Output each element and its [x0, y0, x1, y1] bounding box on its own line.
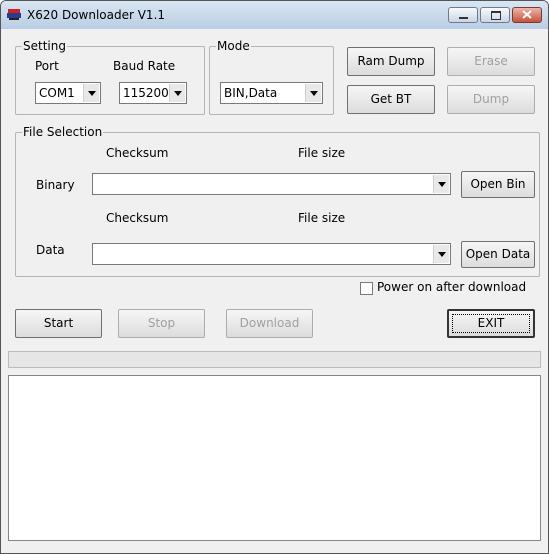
- chevron-down-icon[interactable]: [305, 84, 321, 102]
- setting-legend: Setting: [23, 39, 66, 53]
- close-button[interactable]: [512, 7, 542, 23]
- chevron-down-icon[interactable]: [83, 84, 99, 102]
- chevron-down-icon[interactable]: [433, 245, 449, 263]
- mode-select[interactable]: BIN,Data: [220, 82, 323, 104]
- binary-filesize-label: File size: [298, 146, 346, 160]
- ram-dump-button[interactable]: Ram Dump: [347, 47, 435, 76]
- progress-bar: [8, 351, 541, 368]
- power-on-label[interactable]: Power on after download: [377, 280, 526, 294]
- port-select[interactable]: COM1: [35, 82, 101, 104]
- minimize-icon: [459, 17, 468, 19]
- title-bar[interactable]: X620 Downloader V1.1: [1, 1, 548, 29]
- minimize-button[interactable]: [448, 7, 478, 23]
- binary-checksum-label: Checksum: [106, 146, 169, 160]
- chevron-down-icon[interactable]: [169, 84, 185, 102]
- data-file-combo[interactable]: [92, 243, 451, 265]
- baud-rate-select[interactable]: 115200: [119, 82, 187, 104]
- focus-rectangle: [452, 314, 530, 333]
- power-on-checkbox[interactable]: [360, 282, 373, 295]
- port-label: Port: [35, 59, 59, 73]
- file-selection-legend: File Selection: [23, 125, 103, 139]
- chevron-down-icon[interactable]: [433, 175, 449, 193]
- baud-rate-label: Baud Rate: [113, 59, 176, 73]
- start-button[interactable]: Start: [15, 309, 102, 338]
- log-output-area[interactable]: [8, 375, 541, 541]
- erase-button[interactable]: Erase: [447, 47, 535, 76]
- data-filesize-label: File size: [298, 211, 346, 225]
- data-label: Data: [36, 243, 65, 257]
- data-checksum-label: Checksum: [106, 211, 169, 225]
- close-icon: [522, 10, 532, 19]
- dump-button[interactable]: Dump: [447, 85, 535, 114]
- binary-label: Binary: [36, 178, 75, 192]
- port-select-value: COM1: [39, 86, 75, 100]
- exit-button[interactable]: EXIT: [447, 309, 535, 338]
- open-bin-button[interactable]: Open Bin: [461, 171, 535, 198]
- app-icon: [7, 9, 21, 20]
- open-data-button[interactable]: Open Data: [461, 241, 535, 268]
- mode-legend: Mode: [217, 39, 250, 53]
- baud-rate-select-value: 115200: [123, 86, 169, 100]
- maximize-button[interactable]: [480, 7, 510, 23]
- stop-button[interactable]: Stop: [118, 309, 205, 338]
- get-bt-button[interactable]: Get BT: [347, 85, 435, 114]
- mode-select-value: BIN,Data: [224, 86, 278, 100]
- main-window: X620 Downloader V1.1 Setting Port Baud R…: [0, 0, 549, 554]
- binary-file-combo[interactable]: [92, 173, 451, 195]
- maximize-icon: [491, 11, 501, 20]
- download-button[interactable]: Download: [226, 309, 313, 338]
- window-title: X620 Downloader V1.1: [27, 8, 166, 22]
